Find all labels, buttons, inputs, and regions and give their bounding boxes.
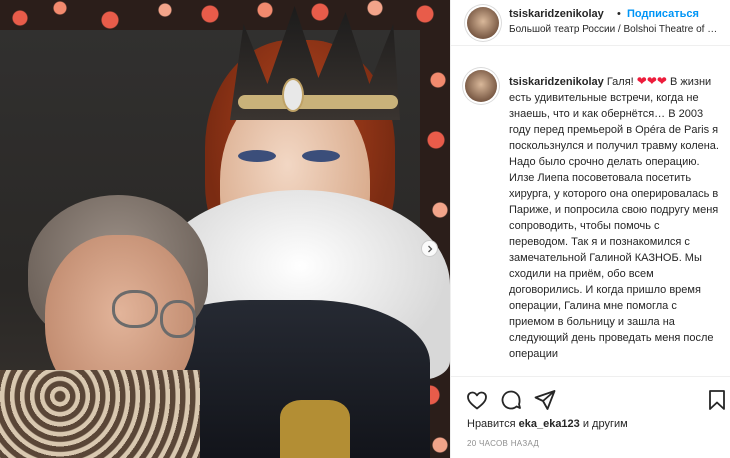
caption-avatar[interactable] [465,70,497,102]
header-username[interactable]: tsiskaridzenikolay [509,8,604,20]
paper-plane-icon [534,390,556,410]
likes-suffix: и другим [582,418,628,430]
post-header: tsiskaridzenikolay • Подписаться Большой… [451,0,730,46]
post-timestamp[interactable]: 20 часов назад [467,439,539,448]
caption-text: В жизни есть удивительные встречи, когда… [509,76,719,360]
caption: tsiskaridzenikolay Галя! ❤❤❤ В жизни ест… [509,73,719,362]
woman-shirt [0,370,200,458]
heart-icon [467,391,487,410]
post-sidebar: tsiskaridzenikolay • Подписаться Большой… [450,0,730,458]
avatar[interactable] [467,7,499,39]
crown-rim [238,95,398,109]
action-bar [451,384,730,414]
like-button[interactable] [465,388,489,412]
divider [451,376,730,377]
glasses-lens-left [112,290,158,328]
bookmark-icon [709,390,725,410]
heart-emoji: ❤❤❤ [636,74,667,88]
glasses-lens-right [160,300,196,338]
crown-jewel [282,78,304,112]
caption-username[interactable]: tsiskaridzenikolay [509,76,604,88]
comment-icon [501,390,521,410]
carousel-next-button[interactable] [421,240,438,257]
follow-button[interactable]: Подписаться [627,8,699,20]
likes-summary[interactable]: Нравится eka_eka123 и другим [467,418,628,430]
comments-area[interactable]: tsiskaridzenikolay Галя! ❤❤❤ В жизни ест… [451,56,730,376]
performer-eye-left [238,150,276,162]
post-photo[interactable] [0,0,450,458]
share-button[interactable] [533,388,557,412]
comment-button[interactable] [499,388,523,412]
caption-lead: Галя! [606,76,634,88]
costume-gold-detail [280,400,350,458]
location-link[interactable]: Большой театр России / Bolshoi Theatre o… [509,24,721,35]
separator-dot: • [617,8,621,20]
performer-eye-right [302,150,340,162]
likes-user[interactable]: eka_eka123 [519,418,580,430]
save-button[interactable] [705,388,729,412]
chevron-right-icon [427,245,432,252]
likes-prefix: Нравится [467,418,516,430]
